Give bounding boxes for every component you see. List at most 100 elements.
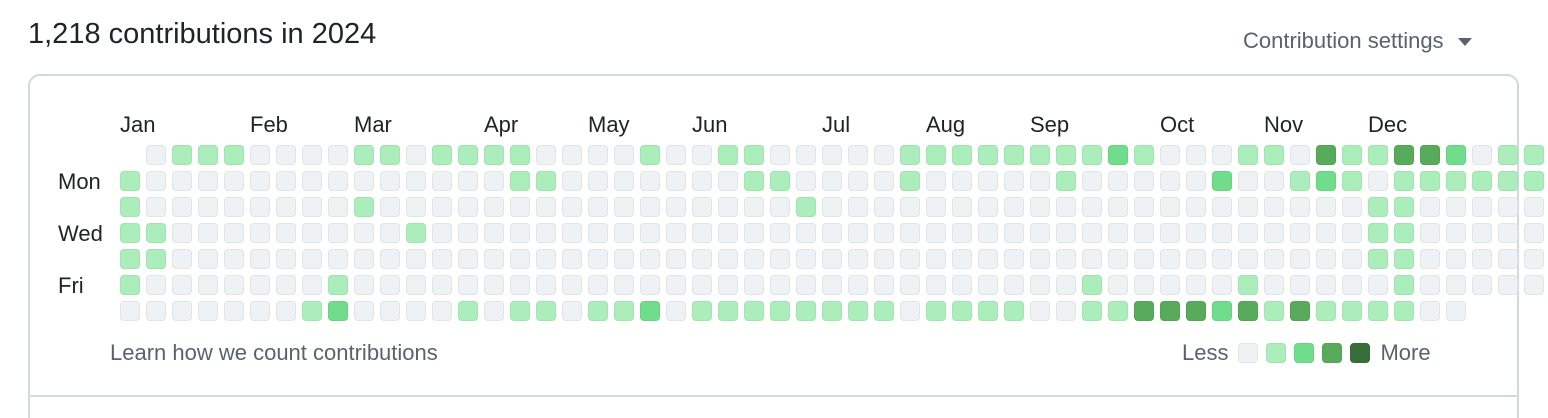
contribution-cell[interactable] [250,275,270,295]
contribution-cell[interactable] [640,171,660,191]
contribution-cell[interactable] [796,275,816,295]
contribution-cell[interactable] [458,171,478,191]
contribution-cell[interactable] [302,171,322,191]
contribution-cell[interactable] [1212,223,1232,243]
contribution-cell[interactable] [796,249,816,269]
contribution-cell[interactable] [718,145,738,165]
contribution-cell[interactable] [146,171,166,191]
contribution-cell[interactable] [1316,197,1336,217]
contribution-cell[interactable] [874,223,894,243]
contribution-cell[interactable] [1004,301,1024,321]
contribution-cell[interactable] [1160,197,1180,217]
contribution-cell[interactable] [770,223,790,243]
contribution-cell[interactable] [926,145,946,165]
contribution-cell[interactable] [1316,171,1336,191]
contribution-cell[interactable] [250,197,270,217]
contribution-cell[interactable] [224,301,244,321]
contribution-cell[interactable] [536,145,556,165]
contribution-cell[interactable] [1186,145,1206,165]
contribution-cell[interactable] [614,223,634,243]
contribution-cell[interactable] [406,145,426,165]
contribution-cell[interactable] [276,301,296,321]
contribution-cell[interactable] [1290,301,1310,321]
contribution-cell[interactable] [302,223,322,243]
contribution-cell[interactable] [744,145,764,165]
contribution-cell[interactable] [380,301,400,321]
contribution-cell[interactable] [484,275,504,295]
contribution-cell[interactable] [1524,197,1544,217]
contribution-cell[interactable] [1186,197,1206,217]
contribution-cell[interactable] [978,223,998,243]
contribution-cell[interactable] [1368,275,1388,295]
contribution-cell[interactable] [978,275,998,295]
contribution-cell[interactable] [1186,301,1206,321]
contribution-cell[interactable] [250,223,270,243]
contribution-cell[interactable] [1108,171,1128,191]
contribution-cell[interactable] [458,301,478,321]
contribution-cell[interactable] [562,301,582,321]
contribution-cell[interactable] [1134,223,1154,243]
contribution-cell[interactable] [1420,145,1440,165]
contribution-cell[interactable] [1368,145,1388,165]
contribution-cell[interactable] [1108,197,1128,217]
contribution-cell[interactable] [1160,301,1180,321]
contribution-cell[interactable] [484,171,504,191]
contribution-cell[interactable] [1212,197,1232,217]
contribution-cell[interactable] [1134,249,1154,269]
contribution-cell[interactable] [744,275,764,295]
contribution-cell[interactable] [796,223,816,243]
contribution-cell[interactable] [1394,275,1414,295]
contribution-cell[interactable] [1082,249,1102,269]
contribution-cell[interactable] [354,223,374,243]
contribution-cell[interactable] [1524,171,1544,191]
contribution-cell[interactable] [1342,249,1362,269]
contribution-cell[interactable] [1446,275,1466,295]
contribution-cell[interactable] [744,171,764,191]
contribution-cell[interactable] [536,275,556,295]
contribution-cell[interactable] [276,275,296,295]
contribution-cell[interactable] [120,171,140,191]
contribution-cell[interactable] [1004,197,1024,217]
contribution-cell[interactable] [874,145,894,165]
contribution-cell[interactable] [1082,275,1102,295]
contribution-cell[interactable] [354,171,374,191]
contribution-cell[interactable] [250,301,270,321]
contribution-cell[interactable] [1368,301,1388,321]
contribution-cell[interactable] [952,249,972,269]
contribution-cell[interactable] [1368,223,1388,243]
contribution-cell[interactable] [744,249,764,269]
contribution-cell[interactable] [328,171,348,191]
contribution-cell[interactable] [978,197,998,217]
contribution-cell[interactable] [718,197,738,217]
contribution-cell[interactable] [1290,275,1310,295]
contribution-cell[interactable] [1082,171,1102,191]
contribution-cell[interactable] [1524,145,1544,165]
contribution-cell[interactable] [1238,197,1258,217]
contribution-cell[interactable] [1134,145,1154,165]
contribution-cell[interactable] [692,275,712,295]
contribution-cell[interactable] [640,249,660,269]
contribution-cell[interactable] [952,145,972,165]
contribution-cell[interactable] [588,301,608,321]
contribution-cell[interactable] [744,197,764,217]
contribution-cell[interactable] [276,223,296,243]
contribution-cell[interactable] [640,197,660,217]
contribution-cell[interactable] [406,223,426,243]
contribution-cell[interactable] [614,301,634,321]
contribution-cell[interactable] [172,223,192,243]
contribution-cell[interactable] [822,275,842,295]
contribution-cell[interactable] [1524,223,1544,243]
contribution-cell[interactable] [1082,301,1102,321]
contribution-cell[interactable] [1498,145,1518,165]
contribution-cell[interactable] [120,301,140,321]
contribution-cell[interactable] [354,275,374,295]
contribution-cell[interactable] [874,171,894,191]
contribution-cell[interactable] [848,301,868,321]
contribution-cell[interactable] [744,223,764,243]
contribution-cell[interactable] [1082,223,1102,243]
contribution-cell[interactable] [536,301,556,321]
contribution-cell[interactable] [484,145,504,165]
contribution-cell[interactable] [744,301,764,321]
contribution-cell[interactable] [978,301,998,321]
contribution-cell[interactable] [1134,197,1154,217]
